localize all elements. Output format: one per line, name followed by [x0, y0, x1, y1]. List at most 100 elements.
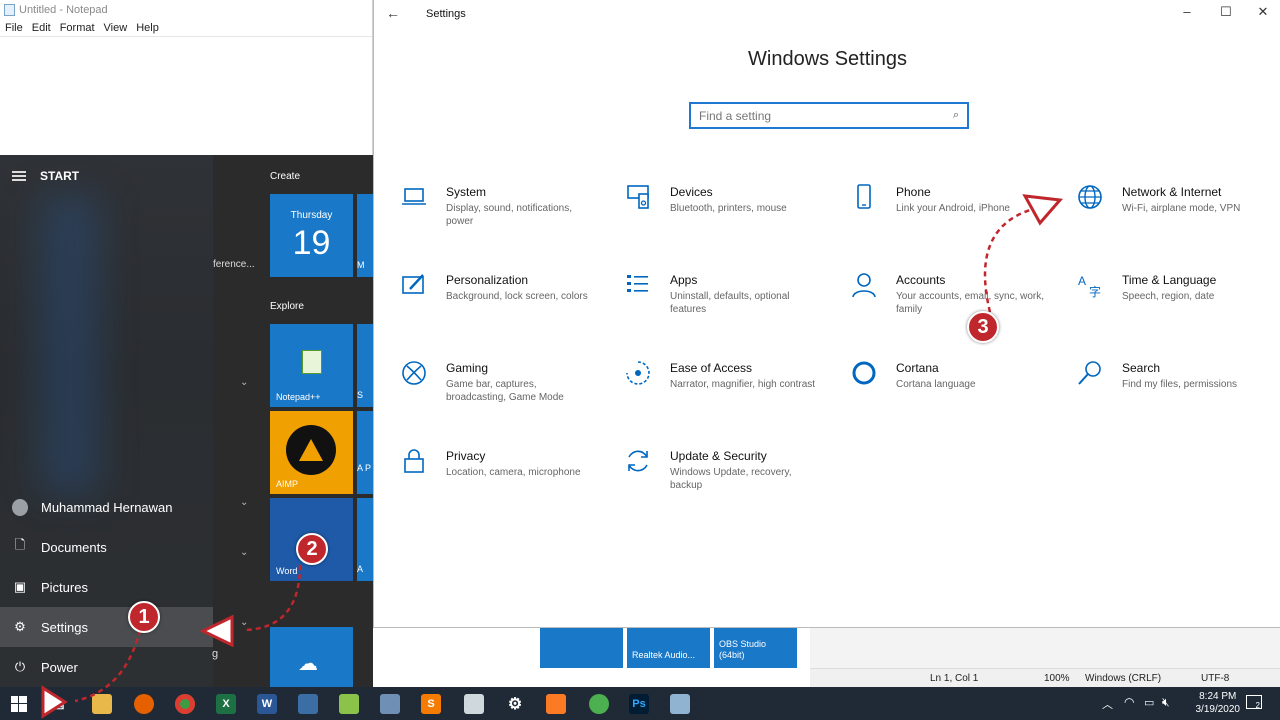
tile-obs[interactable]: OBS Studio (64bit)	[714, 628, 797, 668]
gear-icon[interactable]: ⚙	[505, 694, 525, 714]
start-item-label: Power	[41, 659, 78, 675]
category-time-language[interactable]: A字 Time & Language Speech, region, date	[1072, 272, 1280, 332]
category-network[interactable]: Network & Internet Wi-Fi, airplane mode, …	[1072, 184, 1280, 244]
maximize-icon[interactable]: ☐	[1216, 4, 1236, 20]
notepad-taskbar-icon[interactable]	[464, 694, 484, 714]
category-search[interactable]: Search Find my files, permissions	[1072, 360, 1280, 420]
category-accounts[interactable]: Accounts Your accounts, email, sync, work…	[846, 272, 1056, 332]
category-privacy[interactable]: Privacy Location, camera, microphone	[396, 448, 606, 508]
settings-titlebar[interactable]: ← Settings – ☐ ✕	[374, 0, 1280, 28]
settings-search-input[interactable]: Find a setting ⌕	[689, 102, 969, 129]
xampp-icon[interactable]	[546, 694, 566, 714]
menu-file[interactable]: File	[5, 22, 23, 34]
start-header[interactable]: START	[12, 169, 79, 183]
chevron-down-icon[interactable]: ⌄	[240, 377, 248, 388]
start-item-power[interactable]: ⏻ Power	[0, 647, 213, 687]
tile-unknown-app[interactable]	[540, 628, 623, 668]
cortana-icon	[846, 360, 882, 390]
start-item-documents[interactable]: 🗋 Documents	[0, 527, 213, 567]
tile-partial-label: A P	[357, 463, 372, 473]
chevron-down-icon[interactable]: ⌄	[240, 547, 248, 558]
tray-chevron-up-icon[interactable]: ︿	[1102, 696, 1113, 712]
category-personalization[interactable]: Personalization Background, lock screen, …	[396, 272, 606, 332]
category-name: Search	[1122, 361, 1161, 375]
hamburger-icon[interactable]	[12, 171, 26, 181]
firefox-icon[interactable]	[134, 694, 154, 714]
category-name: Phone	[896, 185, 931, 199]
volume-muted-icon[interactable]: 🔇︎	[1162, 695, 1170, 710]
tile-partial[interactable]: M	[357, 194, 373, 277]
tile-label: Realtek Audio...	[632, 650, 696, 660]
category-devices[interactable]: Devices Bluetooth, printers, mouse	[620, 184, 830, 244]
calendar-date: 19	[292, 224, 331, 262]
excel-icon[interactable]: X	[216, 694, 236, 714]
apps-icon	[620, 272, 656, 302]
menu-view[interactable]: View	[104, 22, 128, 34]
cube-app-icon[interactable]	[380, 694, 400, 714]
tile-partial[interactable]: S	[357, 324, 373, 407]
menu-edit[interactable]: Edit	[32, 22, 51, 34]
category-apps[interactable]: Apps Uninstall, defaults, optional featur…	[620, 272, 830, 332]
app-icon[interactable]	[670, 694, 690, 714]
start-item-user[interactable]: Muhammad Hernawan	[0, 487, 213, 527]
paint-icon	[396, 272, 432, 302]
start-menu: START ference... ⌄ ⌄ ⌄ ⌄ g Muhammad Hern…	[0, 155, 373, 687]
task-view-icon[interactable]: ⧉	[49, 694, 69, 714]
file-explorer-icon[interactable]	[92, 694, 112, 714]
notepadpp-taskbar-icon[interactable]	[339, 694, 359, 714]
notepad-text-area[interactable]	[0, 36, 372, 155]
windows-start-icon[interactable]	[9, 694, 29, 714]
category-system[interactable]: System Display, sound, notifications, pow…	[396, 184, 606, 244]
taskbar: ⧉ X W S ⚙ Ps ︿ ◠ ▭ 🔇︎ 8:24 PM 3/19/2020 …	[0, 687, 1280, 720]
category-desc: Bluetooth, printers, mouse	[670, 203, 787, 214]
category-ease-of-access[interactable]: Ease of Access Narrator, magnifier, high …	[620, 360, 830, 420]
network-app-icon[interactable]	[298, 694, 318, 714]
battery-icon[interactable]: ▭	[1144, 696, 1154, 709]
category-gaming[interactable]: Gaming Game bar, captures, broadcasting, …	[396, 360, 606, 420]
category-update-security[interactable]: Update & Security Windows Update, recover…	[620, 448, 830, 508]
tile-realtek[interactable]: Realtek Audio...	[627, 628, 710, 668]
tile-partial[interactable]: A	[357, 498, 373, 581]
menu-help[interactable]: Help	[136, 22, 159, 34]
tile-calendar[interactable]: Thursday 19	[270, 194, 353, 277]
chevron-down-icon[interactable]: ⌄	[240, 617, 248, 628]
tile-partial-label: A	[357, 564, 364, 574]
ease-of-access-icon	[620, 360, 656, 390]
devices-icon	[620, 184, 656, 214]
start-item-pictures[interactable]: ▣ Pictures	[0, 567, 213, 607]
search-placeholder: Find a setting	[699, 108, 772, 123]
photoshop-icon[interactable]: Ps	[629, 694, 649, 714]
chrome-alt-icon[interactable]	[589, 694, 609, 714]
close-icon[interactable]: ✕	[1253, 4, 1273, 20]
clock[interactable]: 8:24 PM 3/19/2020	[1196, 690, 1241, 716]
tile-notepadpp[interactable]: Notepad++	[270, 324, 353, 407]
category-name: Privacy	[446, 449, 486, 463]
start-item-label: Pictures	[41, 579, 88, 595]
start-item-settings[interactable]: ⚙ Settings	[0, 607, 213, 647]
menu-format[interactable]: Format	[60, 22, 95, 34]
minimize-icon[interactable]: –	[1177, 4, 1197, 19]
avatar-wrap	[12, 498, 28, 516]
power-icon: ⏻	[14, 659, 26, 674]
sublime-icon[interactable]: S	[421, 694, 441, 714]
pictures-icon: ▣	[13, 579, 27, 594]
chevron-down-icon[interactable]: ⌄	[240, 497, 248, 508]
category-desc: Cortana language	[896, 379, 976, 390]
notepad-titlebar[interactable]: Untitled - Notepad	[0, 0, 372, 20]
aimp-icon	[286, 425, 336, 475]
word-icon[interactable]: W	[257, 694, 277, 714]
category-phone[interactable]: Phone Link your Android, iPhone	[846, 184, 1056, 244]
category-cortana[interactable]: Cortana Cortana language	[846, 360, 1056, 420]
svg-text:字: 字	[1089, 284, 1101, 298]
wifi-icon[interactable]: ◠	[1124, 695, 1134, 709]
refresh-icon	[620, 448, 656, 478]
tile-onedrive[interactable]: ☁	[270, 627, 353, 687]
tile-aimp[interactable]: AIMP	[270, 411, 353, 494]
chrome-icon[interactable]	[175, 694, 195, 714]
notification-icon[interactable]: 2	[1246, 695, 1262, 710]
document-icon: 🗋	[14, 537, 26, 552]
search-icon	[1072, 360, 1108, 390]
tile-partial[interactable]: A P	[357, 411, 373, 494]
back-arrow-icon[interactable]: ←	[386, 5, 400, 21]
category-desc: Your accounts, email, sync, work, family	[896, 291, 1045, 315]
